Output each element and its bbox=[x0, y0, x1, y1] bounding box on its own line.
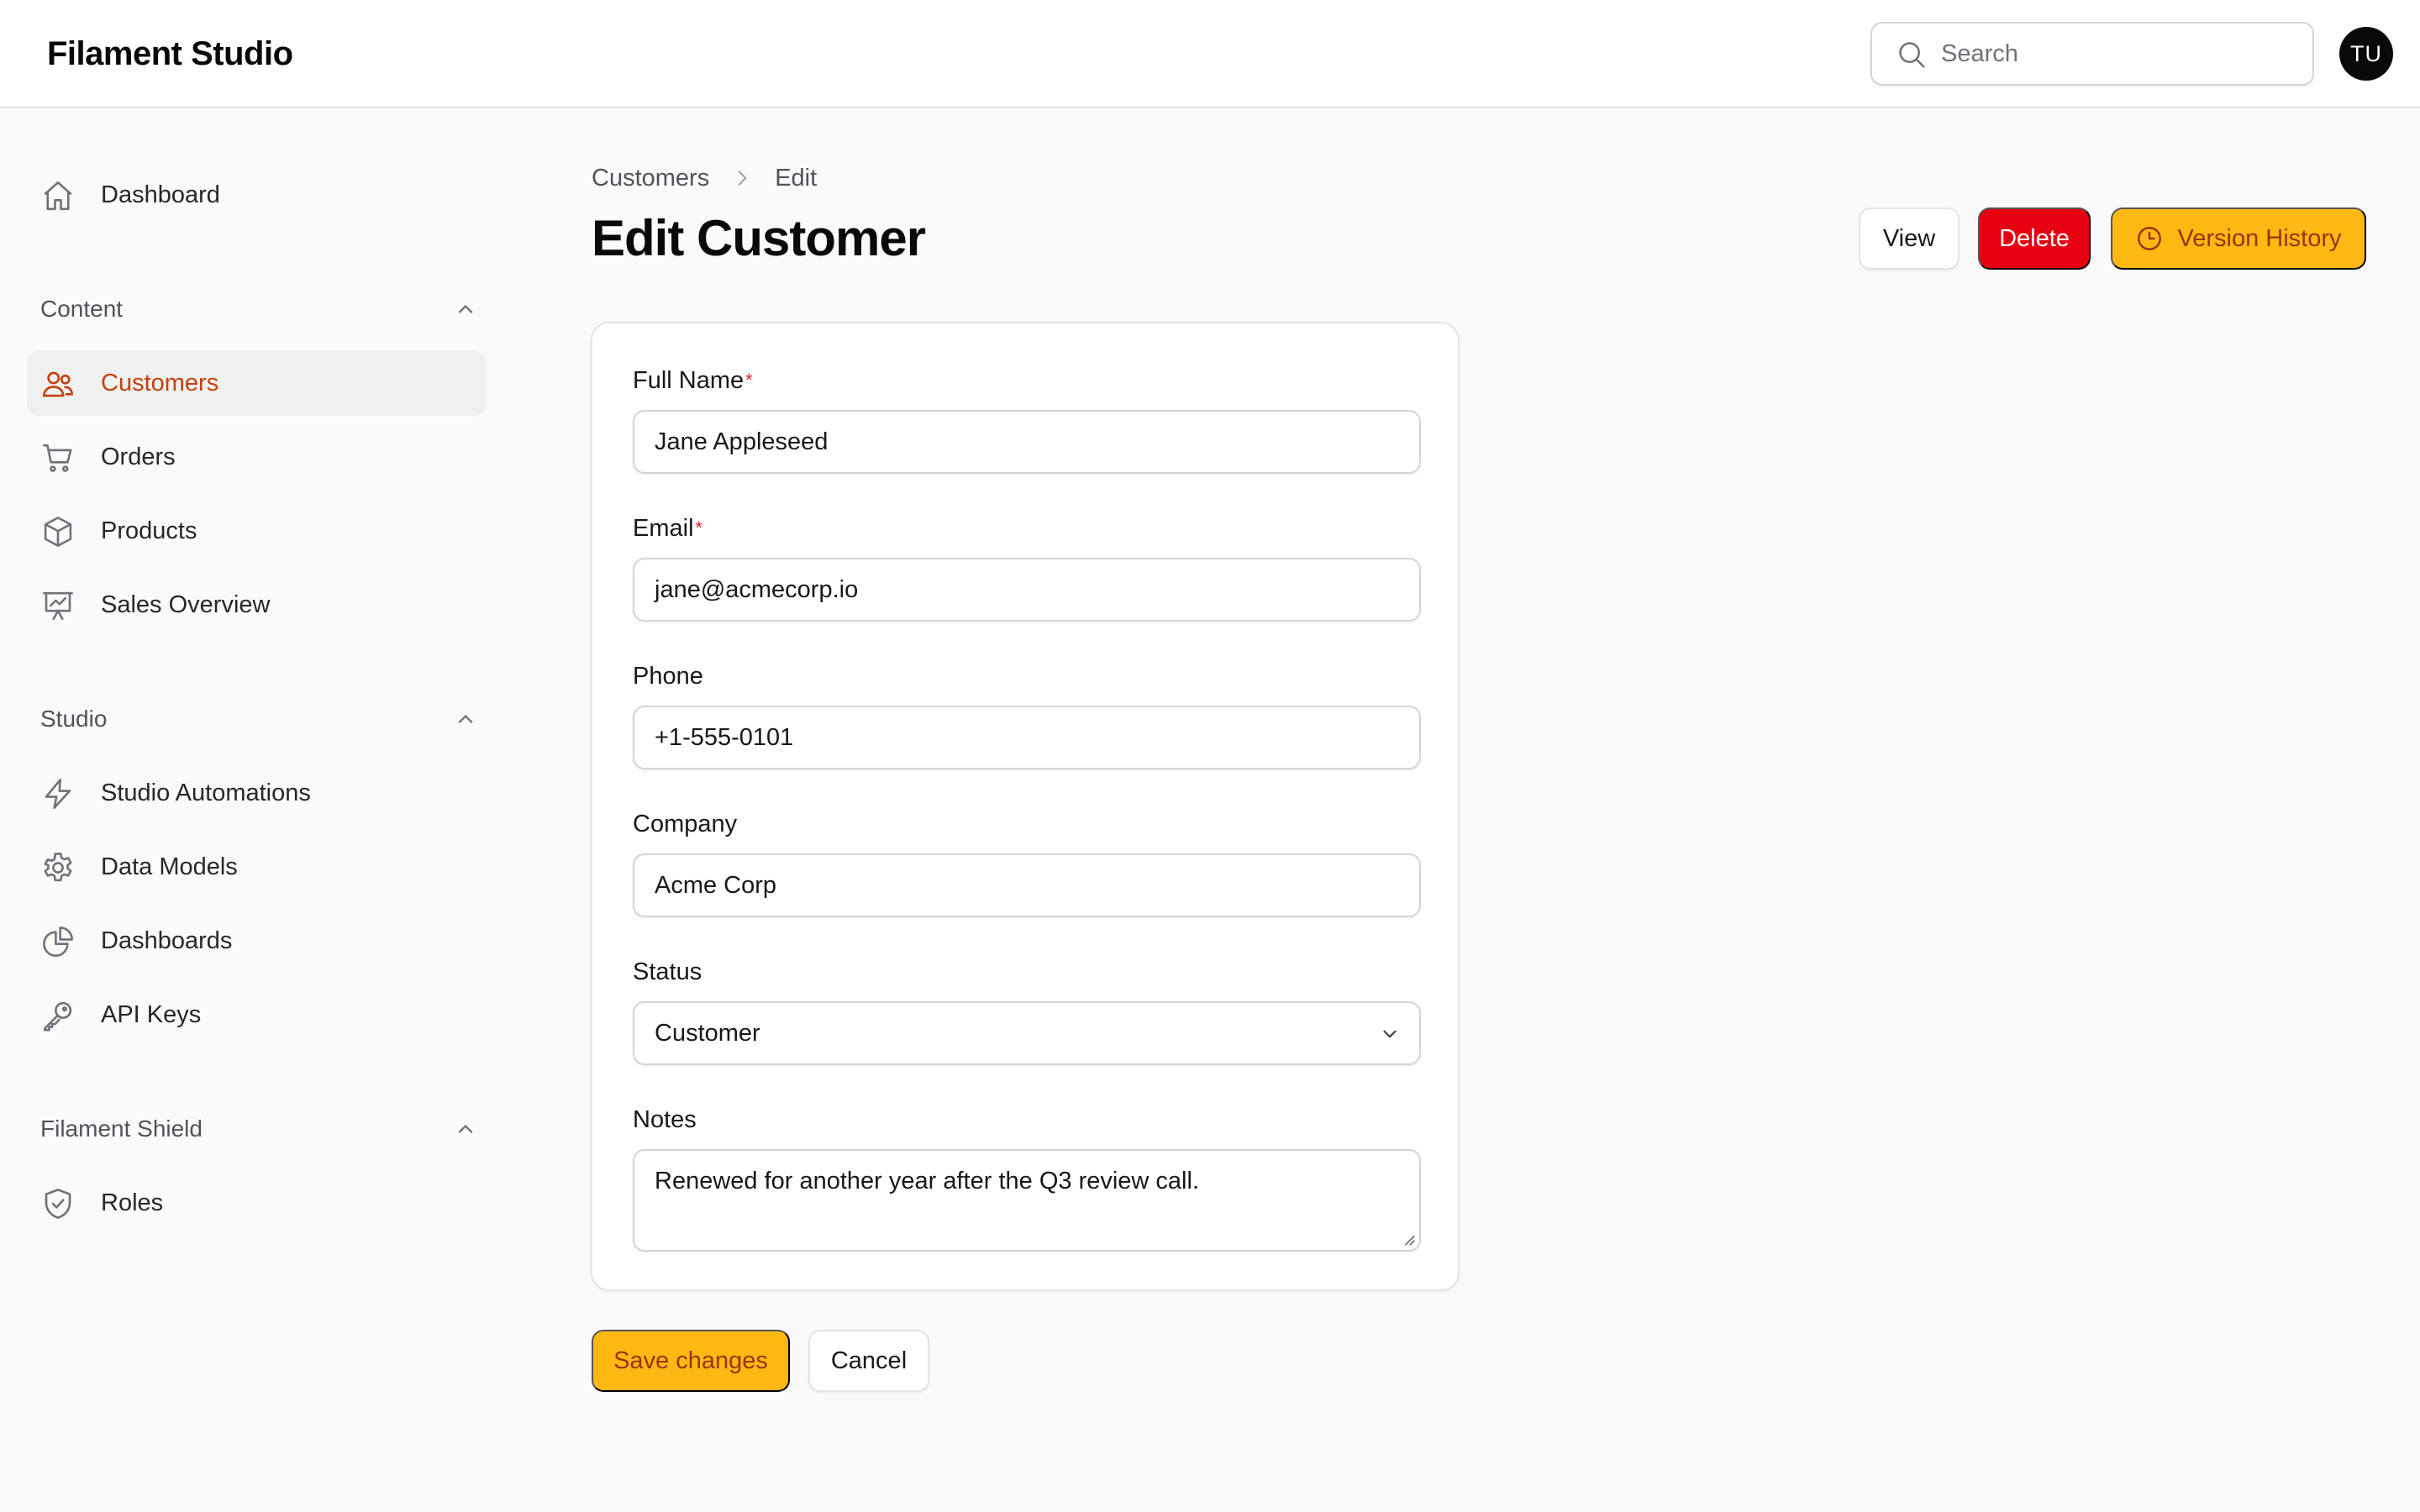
top-bar: Filament Studio TU bbox=[0, 0, 2420, 108]
phone-value: +1-555-0101 bbox=[655, 724, 794, 751]
notes-label: Notes bbox=[633, 1106, 697, 1133]
version-history-label: Version History bbox=[2177, 224, 2342, 252]
email-label: Email* bbox=[633, 512, 702, 545]
sidebar-item-label: Data Models bbox=[101, 853, 238, 880]
shield-check-icon bbox=[45, 1189, 71, 1219]
group-label: Studio bbox=[40, 706, 108, 732]
sidebar-item-sales-overview[interactable]: Sales Overview bbox=[27, 572, 486, 638]
sidebar-item-dashboard[interactable]: Dashboard bbox=[27, 162, 486, 228]
sidebar-item-dashboards[interactable]: Dashboards bbox=[27, 908, 486, 974]
sidebar-item-roles[interactable]: Roles bbox=[27, 1170, 486, 1236]
chevron-up-icon bbox=[458, 304, 473, 313]
search-input[interactable] bbox=[1941, 24, 2294, 84]
required-mark: * bbox=[695, 517, 703, 538]
version-history-button[interactable]: Version History bbox=[2111, 207, 2366, 270]
home-icon bbox=[44, 181, 72, 211]
full-name-label-text: Full Name bbox=[633, 367, 744, 394]
chevron-right-icon bbox=[738, 171, 748, 186]
customer-form-card: Full Name* Jane Appleseed Email* jane@ac… bbox=[591, 322, 1460, 1291]
sidebar-item-label: Roles bbox=[101, 1189, 164, 1216]
required-mark: * bbox=[745, 370, 753, 391]
save-changes-button[interactable]: Save changes bbox=[592, 1330, 790, 1392]
cart-icon bbox=[43, 444, 72, 472]
full-name-value: Jane Appleseed bbox=[655, 428, 829, 455]
sidebar-item-customers[interactable]: Customers bbox=[27, 350, 486, 416]
breadcrumb: Customers Edit bbox=[592, 161, 817, 195]
full-name-field[interactable]: Jane Appleseed bbox=[633, 410, 1421, 474]
sidebar: Dashboard Content Customers Orders Produ… bbox=[0, 110, 521, 1512]
phone-label: Phone bbox=[633, 663, 703, 690]
sidebar-item-label: Orders bbox=[101, 444, 176, 470]
page-title: Edit Customer bbox=[592, 210, 926, 266]
status-value: Customer bbox=[655, 1020, 760, 1047]
full-name-label: Full Name* bbox=[633, 364, 753, 397]
users-icon bbox=[43, 371, 73, 397]
sidebar-item-products[interactable]: Products bbox=[27, 498, 486, 564]
sidebar-item-label: Studio Automations bbox=[101, 780, 311, 806]
email-label-text: Email bbox=[633, 515, 694, 542]
notes-textarea[interactable]: Renewed for another year after the Q3 re… bbox=[633, 1149, 1421, 1252]
clock-icon bbox=[2138, 227, 2162, 250]
chevron-up-icon bbox=[458, 714, 473, 723]
cancel-button[interactable]: Cancel bbox=[808, 1330, 929, 1392]
sidebar-item-label: API Keys bbox=[101, 1001, 202, 1028]
bolt-icon bbox=[45, 779, 71, 809]
group-label: Filament Shield bbox=[40, 1116, 203, 1142]
company-label: Company bbox=[633, 811, 738, 837]
search-box[interactable] bbox=[1870, 22, 2314, 86]
status-label: Status bbox=[633, 958, 702, 985]
sidebar-item-studio-automations[interactable]: Studio Automations bbox=[27, 760, 486, 826]
chevron-up-icon bbox=[458, 1124, 473, 1133]
phone-field[interactable]: +1-555-0101 bbox=[633, 706, 1421, 769]
sidebar-item-orders[interactable]: Orders bbox=[27, 424, 486, 490]
sidebar-item-label: Customers bbox=[101, 370, 219, 396]
company-field[interactable]: Acme Corp bbox=[633, 853, 1421, 917]
sidebar-item-data-models[interactable]: Data Models bbox=[27, 834, 486, 900]
group-toggle-content[interactable]: Content bbox=[40, 288, 477, 330]
company-value: Acme Corp bbox=[655, 872, 777, 899]
sidebar-item-label: Dashboard bbox=[101, 181, 220, 208]
group-label: Content bbox=[40, 296, 124, 322]
pie-chart-icon bbox=[43, 927, 73, 957]
email-field[interactable]: jane@acmecorp.io bbox=[633, 558, 1421, 622]
breadcrumb-current: Edit bbox=[775, 164, 818, 192]
app-title[interactable]: Filament Studio bbox=[47, 32, 293, 76]
status-select[interactable]: Customer bbox=[633, 1001, 1421, 1065]
sidebar-item-api-keys[interactable]: API Keys bbox=[27, 982, 486, 1047]
key-icon bbox=[43, 1001, 72, 1032]
sidebar-item-label: Products bbox=[101, 517, 197, 544]
cog-icon bbox=[44, 853, 72, 882]
search-icon bbox=[1899, 42, 1925, 68]
sidebar-item-label: Dashboards bbox=[101, 927, 233, 954]
chevron-down-icon bbox=[1383, 1030, 1397, 1038]
resize-handle-icon[interactable] bbox=[1401, 1231, 1416, 1247]
user-avatar[interactable]: TU bbox=[2339, 27, 2393, 81]
email-value: jane@acmecorp.io bbox=[655, 576, 859, 603]
presentation-chart-icon bbox=[43, 591, 73, 621]
view-button[interactable]: View bbox=[1859, 207, 1960, 270]
notes-value: Renewed for another year after the Q3 re… bbox=[655, 1168, 1199, 1194]
group-toggle-filament-shield[interactable]: Filament Shield bbox=[40, 1108, 477, 1150]
group-toggle-studio[interactable]: Studio bbox=[40, 698, 477, 740]
delete-button[interactable]: Delete bbox=[1978, 207, 2091, 270]
breadcrumb-parent-link[interactable]: Customers bbox=[592, 165, 709, 192]
cube-icon bbox=[44, 517, 72, 547]
sidebar-item-label: Sales Overview bbox=[101, 591, 271, 618]
